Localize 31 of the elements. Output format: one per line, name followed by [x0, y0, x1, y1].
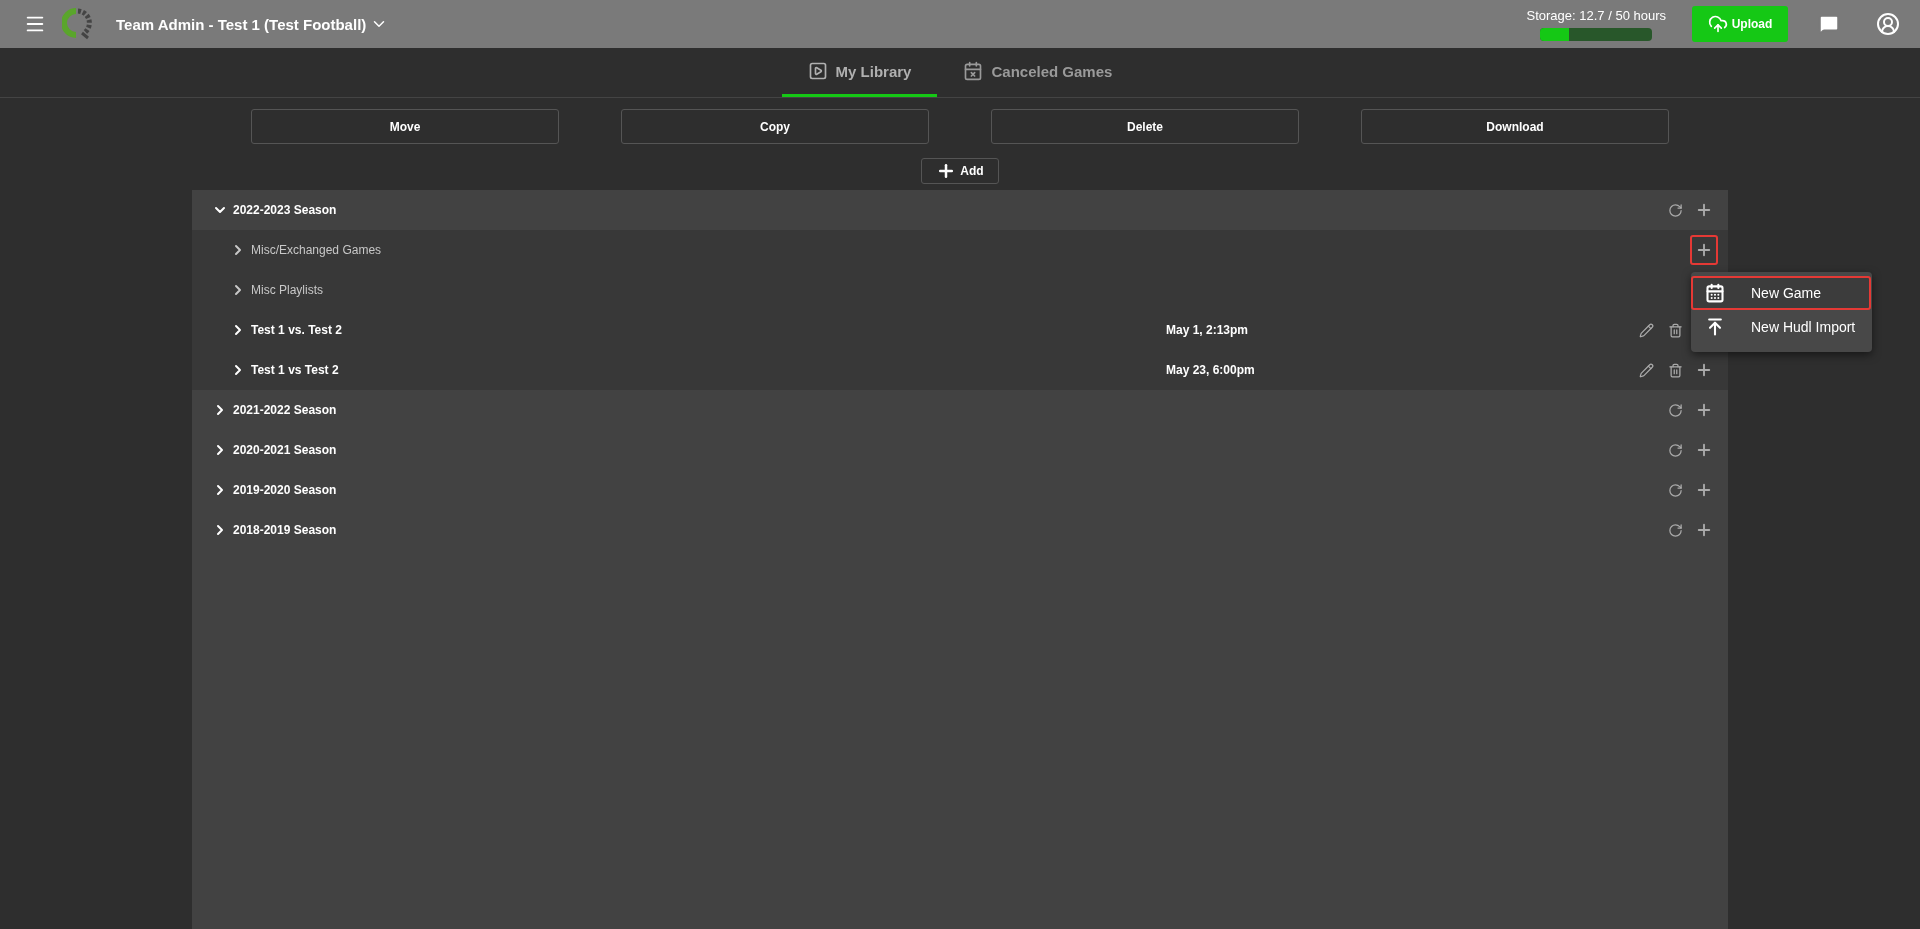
game-date: May 1, 2:13pm: [1166, 323, 1249, 337]
folder-item[interactable]: Misc/Exchanged Games: [230, 242, 382, 258]
upload-arrow-icon: [1705, 317, 1725, 337]
season-item[interactable]: 2018-2019 Season: [212, 522, 337, 538]
play-library-icon: [807, 61, 828, 81]
game-item[interactable]: Test 1 vs Test 2: [230, 362, 339, 378]
menu-item[interactable]: New Game: [1691, 276, 1871, 310]
logo-icon: [62, 8, 92, 40]
calendar-x-icon: [963, 61, 984, 81]
game-item[interactable]: Test 1 vs. Test 2: [230, 322, 342, 338]
team-selector[interactable]: Team Admin - Test 1 (Test Football): [116, 15, 389, 33]
add-button[interactable]: Add: [921, 158, 999, 184]
season-item[interactable]: 2020-2021 Season: [212, 442, 337, 458]
season-item[interactable]: 2019-2020 Season: [212, 482, 337, 498]
plus-icon[interactable]: [1690, 235, 1718, 265]
toolbar-button[interactable]: Move: [251, 109, 559, 144]
toolbar-button[interactable]: Download: [1361, 109, 1669, 144]
account-icon[interactable]: [1876, 12, 1900, 36]
tab[interactable]: My Library: [781, 48, 938, 97]
season-item[interactable]: 2022-2023 Season: [212, 202, 337, 218]
game-date: May 23, 6:00pm: [1166, 363, 1255, 377]
calendar-icon: [1705, 283, 1725, 303]
season-item[interactable]: 2021-2022 Season: [212, 402, 337, 418]
toolbar-button[interactable]: Delete: [991, 109, 1299, 144]
toolbar-button[interactable]: Copy: [621, 109, 929, 144]
storage-label: Storage: 12.7 / 50 hours: [1526, 7, 1666, 23]
folder-item[interactable]: Misc Playlists: [230, 282, 323, 298]
chat-icon[interactable]: [1818, 13, 1840, 35]
menu-item[interactable]: New Hudl Import: [1691, 310, 1871, 344]
tab[interactable]: Canceled Games: [937, 48, 1139, 97]
cloud-upload-icon: [1707, 14, 1728, 34]
